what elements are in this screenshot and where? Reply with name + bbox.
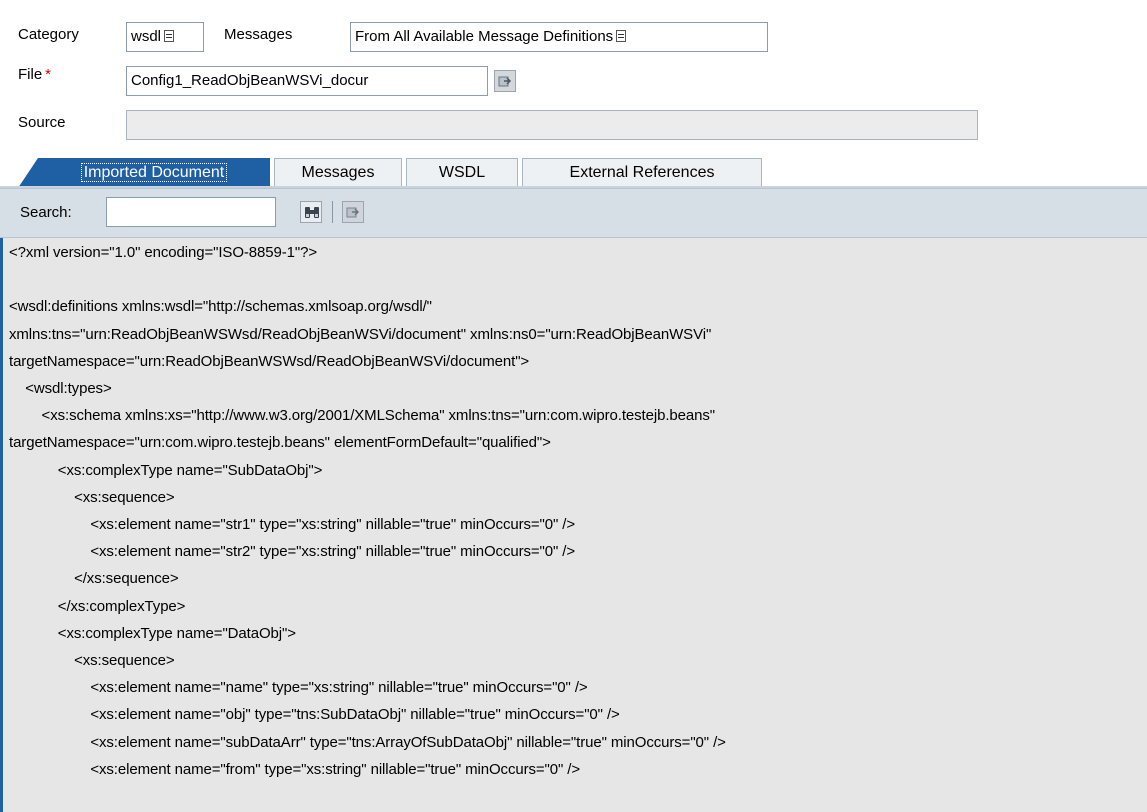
tab-label: Imported Document: [80, 163, 228, 182]
document-line: <xs:element name="subDataArr" type="tns:…: [9, 733, 726, 751]
document-line: <xs:sequence>: [9, 652, 175, 669]
search-toolbar: Search:: [0, 188, 1147, 238]
open-file-button[interactable]: [494, 70, 516, 92]
file-label: File *: [18, 66, 52, 83]
next-arrow-icon: [346, 207, 360, 218]
open-file-icon: [498, 76, 512, 87]
document-line: <wsdl:types>: [9, 380, 112, 397]
search-button[interactable]: [300, 201, 322, 223]
next-result-button[interactable]: [342, 201, 364, 223]
binoculars-search-icon: [305, 207, 319, 218]
tab-imported-document[interactable]: Imported Document: [38, 158, 270, 188]
document-line: <wsdl:definitions xmlns:wsdl="http://sch…: [9, 298, 432, 316]
document-line: <xs:element name="obj" type="tns:SubData…: [9, 706, 620, 724]
tab-messages[interactable]: Messages: [274, 158, 402, 186]
document-line: <xs:element name="name" type="xs:string"…: [9, 679, 588, 697]
dropdown-icon: [616, 30, 627, 42]
header-form: Category wsdl Messages From All Availabl…: [0, 0, 1147, 156]
category-dropdown[interactable]: wsdl: [126, 22, 204, 52]
tab-label: Messages: [301, 164, 375, 181]
dropdown-icon: [164, 30, 175, 42]
category-label: Category: [18, 26, 79, 43]
tab-wsdl[interactable]: WSDL: [406, 158, 518, 186]
document-line: <xs:element name="str1" type="xs:string"…: [9, 516, 576, 533]
tab-external-references[interactable]: External References: [522, 158, 762, 186]
document-line: <xs:complexType name="SubDataObj">: [9, 461, 323, 479]
document-line: <xs:schema xmlns:xs="http://www.w3.org/2…: [9, 407, 716, 425]
document-line: xmlns:tns="urn:ReadObjBeanWSWsd/ReadObjB…: [9, 325, 712, 343]
document-line: <?xml version="1.0" encoding="ISO-8859-1…: [9, 244, 318, 261]
source-label: Source: [18, 114, 66, 131]
category-value: wsdl: [131, 28, 162, 45]
tab-label: WSDL: [438, 164, 486, 181]
messages-dropdown[interactable]: From All Available Message Definitions: [350, 22, 768, 52]
document-line: </xs:complexType>: [9, 597, 186, 615]
document-line: <xs:complexType name="DataObj">: [9, 624, 296, 642]
search-input[interactable]: [106, 197, 276, 227]
tab-slant: [18, 158, 38, 188]
messages-label: Messages: [224, 26, 293, 43]
toolbar-divider: [332, 201, 333, 223]
required-marker: *: [45, 66, 52, 83]
document-line: </xs:sequence>: [9, 570, 179, 588]
document-line: <xs:sequence>: [9, 488, 175, 506]
tab-strip: Imported Document Messages WSDL External…: [0, 156, 1147, 188]
file-value: Config1_ReadObjBeanWSVi_docur: [131, 72, 369, 89]
source-field: [126, 110, 978, 140]
document-line: <xs:element name="str2" type="xs:string"…: [9, 543, 576, 561]
file-field[interactable]: Config1_ReadObjBeanWSVi_docur: [126, 66, 488, 96]
document-line: targetNamespace="urn:ReadObjBeanWSWsd/Re…: [9, 352, 530, 370]
document-line: <xs:element name="from" type="xs:string"…: [9, 760, 581, 778]
tab-label: External References: [569, 164, 715, 181]
document-viewer[interactable]: <?xml version="1.0" encoding="ISO-8859-1…: [0, 238, 1147, 812]
document-line: targetNamespace="urn:com.wipro.testejb.b…: [9, 434, 551, 452]
messages-value: From All Available Message Definitions: [355, 28, 614, 45]
search-label: Search:: [20, 204, 72, 221]
